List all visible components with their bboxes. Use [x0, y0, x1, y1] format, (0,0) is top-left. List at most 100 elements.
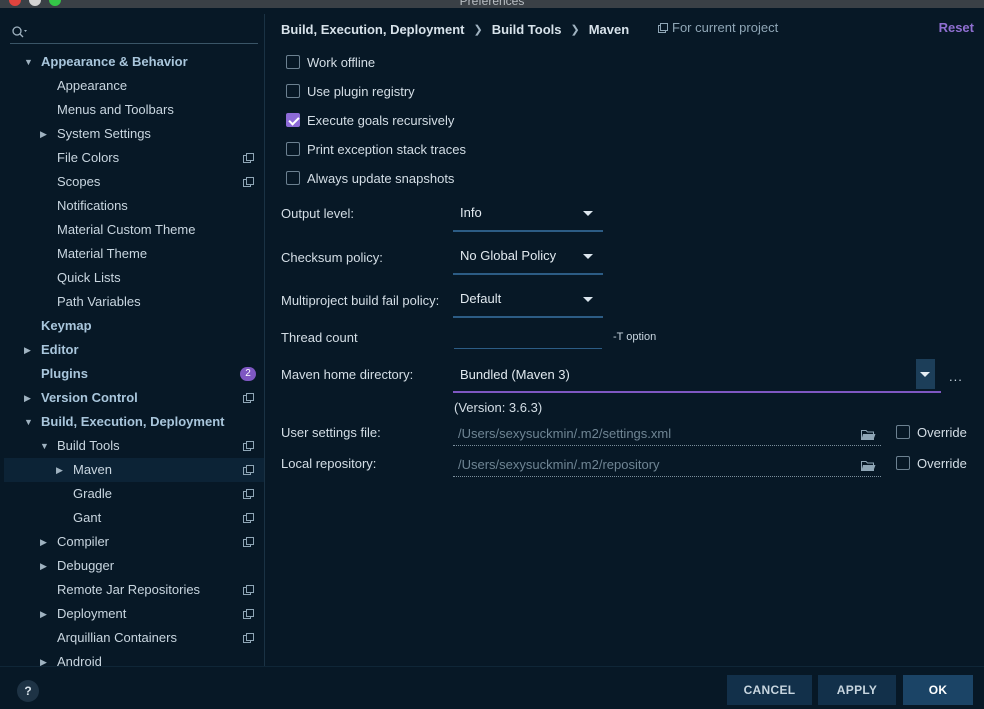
- user-settings-input[interactable]: /Users/sexysuckmin/.m2/settings.xml: [453, 420, 881, 446]
- sidebar-item[interactable]: ▶ Deployment: [4, 602, 264, 626]
- expanded-arrow-icon[interactable]: ▼: [40, 434, 52, 458]
- thread-count-input[interactable]: [454, 323, 602, 349]
- collapsed-arrow-icon[interactable]: ▶: [40, 122, 52, 146]
- sidebar-item[interactable]: ▶ Compiler: [4, 530, 264, 554]
- sidebar-item-label: Plugins: [41, 366, 88, 381]
- collapsed-arrow-icon[interactable]: ▶: [40, 554, 52, 578]
- sidebar-item-label: Appearance: [57, 78, 128, 93]
- sidebar-item[interactable]: ▼ Appearance & Behavior: [4, 50, 264, 74]
- help-button[interactable]: ?: [17, 680, 39, 702]
- search-input[interactable]: [10, 18, 258, 44]
- checkbox[interactable]: [286, 142, 300, 156]
- folder-icon[interactable]: [861, 429, 876, 440]
- select-value: Info: [460, 205, 482, 220]
- sidebar-item[interactable]: File Colors: [4, 146, 264, 170]
- for-current-project: For current project: [658, 20, 778, 35]
- checksum-policy-select[interactable]: No Global Policy: [453, 241, 603, 275]
- local-repository-override-checkbox[interactable]: Override: [896, 454, 967, 472]
- expanded-arrow-icon[interactable]: ▼: [24, 50, 36, 74]
- checkbox[interactable]: [286, 55, 300, 69]
- sidebar-item[interactable]: ▶ System Settings: [4, 122, 264, 146]
- collapsed-arrow-icon[interactable]: ▶: [24, 338, 36, 362]
- project-scope-icon: [658, 22, 668, 33]
- sidebar-item[interactable]: Gant: [4, 506, 264, 530]
- sidebar-item-label: Gradle: [73, 486, 113, 501]
- maven-home-select[interactable]: Bundled (Maven 3): [453, 359, 941, 393]
- checkbox-label: Work offline: [307, 54, 376, 70]
- maven-version-text: (Version: 3.6.3): [454, 400, 543, 415]
- caret-down-icon: [920, 372, 930, 377]
- cancel-button[interactable]: CANCEL: [727, 675, 812, 705]
- dropdown-button[interactable]: [916, 359, 935, 389]
- sidebar-item[interactable]: Arquillian Containers: [4, 626, 264, 650]
- sidebar-item[interactable]: ▼ Build Tools: [4, 434, 264, 458]
- breadcrumb-item[interactable]: Build Tools: [492, 22, 562, 37]
- collapsed-arrow-icon[interactable]: ▶: [40, 530, 52, 554]
- sidebar-item[interactable]: Menus and Toolbars: [4, 98, 264, 122]
- window-title: Preferences: [459, 0, 525, 8]
- sidebar-item-label: Version Control: [41, 390, 138, 405]
- project-scope-icon: [243, 537, 254, 547]
- ok-button[interactable]: OK: [903, 675, 973, 705]
- project-scope-icon: [243, 465, 254, 475]
- checkbox-checked[interactable]: [286, 113, 300, 127]
- checkbox[interactable]: [896, 456, 910, 470]
- sidebar-item[interactable]: Remote Jar Repositories: [4, 578, 264, 602]
- project-scope-icon: [243, 585, 254, 595]
- use-plugin-registry-checkbox[interactable]: Use plugin registry: [286, 82, 415, 100]
- breadcrumb-item[interactable]: Build, Execution, Deployment: [281, 22, 464, 37]
- sidebar-item-label: Scopes: [57, 174, 101, 189]
- sidebar-item-label: Compiler: [57, 534, 110, 549]
- sidebar-item[interactable]: Plugins 2: [4, 362, 264, 386]
- always-update-snapshots-checkbox[interactable]: Always update snapshots: [286, 169, 454, 187]
- collapsed-arrow-icon[interactable]: ▶: [40, 602, 52, 626]
- local-repository-input[interactable]: /Users/sexysuckmin/.m2/repository: [453, 451, 881, 477]
- work-offline-checkbox[interactable]: Work offline: [286, 53, 375, 71]
- collapsed-arrow-icon[interactable]: ▶: [24, 386, 36, 410]
- sidebar-item[interactable]: Gradle: [4, 482, 264, 506]
- fail-policy-label: Multiproject build fail policy:: [281, 293, 440, 308]
- thread-count-label: Thread count: [281, 330, 358, 345]
- sidebar-item-label: Arquillian Containers: [57, 630, 177, 645]
- sidebar-item-label: File Colors: [57, 150, 120, 165]
- reset-link[interactable]: Reset: [939, 20, 974, 35]
- folder-icon[interactable]: [861, 460, 876, 471]
- output-level-label: Output level:: [281, 206, 354, 221]
- sidebar-item[interactable]: Material Custom Theme: [4, 218, 264, 242]
- sidebar-item-label: Appearance & Behavior: [41, 54, 188, 69]
- execute-goals-recursively-checkbox[interactable]: Execute goals recursively: [286, 111, 454, 129]
- checkbox[interactable]: [896, 425, 910, 439]
- sidebar-item[interactable]: Quick Lists: [4, 266, 264, 290]
- output-level-select[interactable]: Info: [453, 198, 603, 232]
- project-scope-icon: [243, 609, 254, 619]
- sidebar-item[interactable]: Scopes: [4, 170, 264, 194]
- fail-policy-select[interactable]: Default: [453, 284, 603, 318]
- collapsed-arrow-icon[interactable]: ▶: [56, 458, 68, 482]
- checkbox[interactable]: [286, 84, 300, 98]
- sidebar-item[interactable]: Keymap: [4, 314, 264, 338]
- sidebar-item[interactable]: ▶ Editor: [4, 338, 264, 362]
- sidebar-item-label: Maven: [73, 462, 113, 477]
- checkbox[interactable]: [286, 171, 300, 185]
- print-exception-stack-traces-checkbox[interactable]: Print exception stack traces: [286, 140, 466, 158]
- sidebar-item[interactable]: ▶ Debugger: [4, 554, 264, 578]
- caret-down-icon: [583, 254, 593, 259]
- sidebar-item[interactable]: ▼ Build, Execution, Deployment: [4, 410, 264, 434]
- checkbox-label: Use plugin registry: [307, 83, 415, 99]
- sidebar-item[interactable]: Appearance: [4, 74, 264, 98]
- sidebar-item[interactable]: ▶ Android: [4, 650, 264, 666]
- sidebar-item-label: Path Variables: [57, 294, 141, 309]
- sidebar-item[interactable]: Notifications: [4, 194, 264, 218]
- apply-button[interactable]: APPLY: [818, 675, 896, 705]
- sidebar-item[interactable]: Path Variables: [4, 290, 264, 314]
- collapsed-arrow-icon[interactable]: ▶: [40, 650, 52, 666]
- sidebar-item-label: Build Tools: [57, 438, 120, 453]
- maven-home-label: Maven home directory:: [281, 367, 414, 382]
- sidebar-item[interactable]: ▶ Version Control: [4, 386, 264, 410]
- browse-maven-home-button[interactable]: ...: [949, 369, 963, 384]
- user-settings-override-checkbox[interactable]: Override: [896, 423, 967, 441]
- sidebar-item[interactable]: ▶ Maven: [4, 458, 264, 482]
- project-scope-icon: [243, 633, 254, 643]
- sidebar-item[interactable]: Material Theme: [4, 242, 264, 266]
- expanded-arrow-icon[interactable]: ▼: [24, 410, 36, 434]
